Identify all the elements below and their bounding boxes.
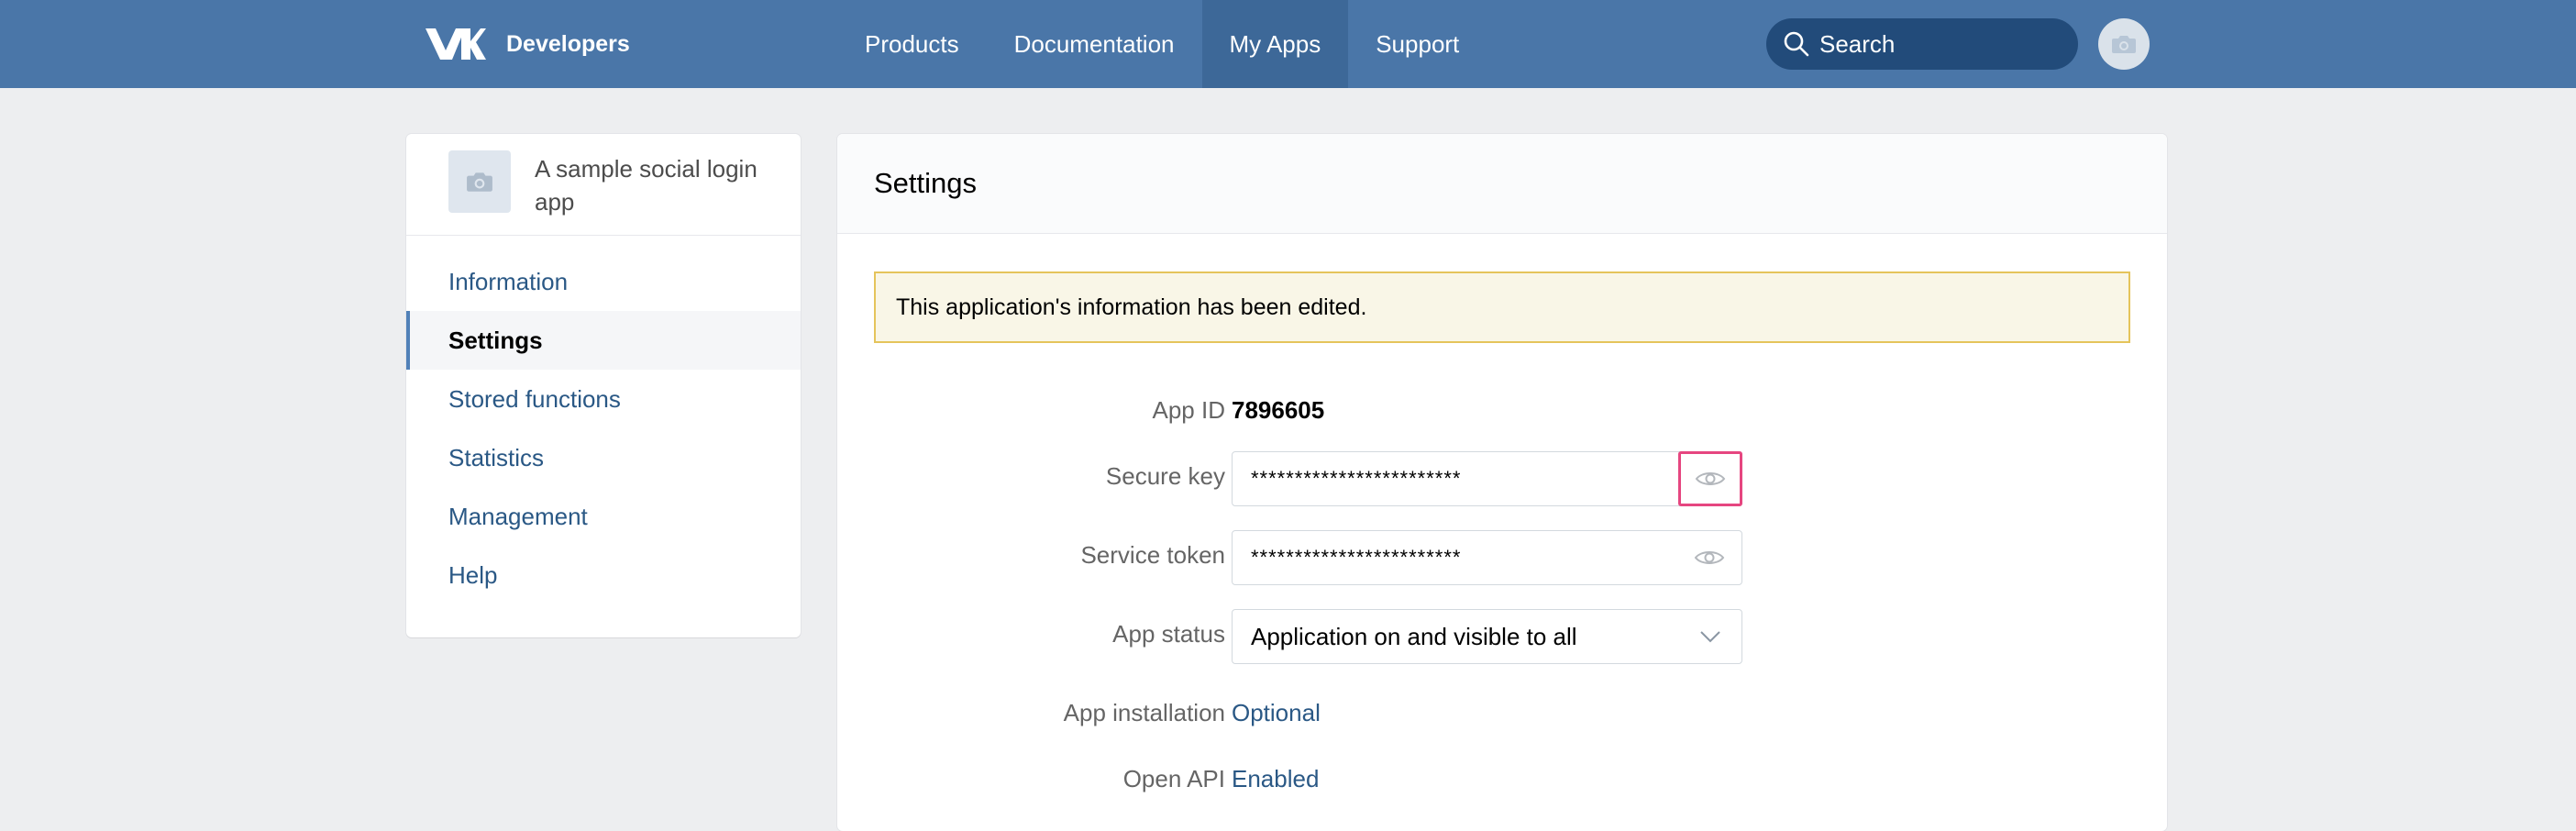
user-avatar[interactable]	[2098, 18, 2150, 70]
service-token-reveal-button[interactable]	[1677, 530, 1741, 585]
app-icon	[448, 150, 511, 213]
app-name: A sample social login app	[535, 155, 757, 216]
main-nav: Products Documentation My Apps Support	[837, 0, 1487, 88]
page-title: Settings	[874, 167, 978, 199]
sidebar-item-information[interactable]: Information	[406, 252, 801, 311]
sidebar-item-stored-functions[interactable]: Stored functions	[406, 370, 801, 428]
nav-products[interactable]: Products	[837, 0, 987, 88]
nav-documentation[interactable]: Documentation	[987, 0, 1202, 88]
app-status-label: App status	[1112, 620, 1225, 648]
secure-key-reveal-button[interactable]	[1678, 451, 1742, 506]
search-placeholder: Search	[1819, 29, 1896, 58]
app-sidebar: A sample social login app Information Se…	[406, 134, 801, 637]
open-api-link[interactable]: Enabled	[1232, 765, 1319, 793]
eye-icon	[1694, 551, 1725, 564]
app-status-value: Application on and visible to all	[1251, 622, 1577, 650]
edit-notice: This application's information has been …	[874, 271, 2130, 343]
app-id-label: App ID	[1152, 396, 1226, 424]
open-api-label: Open API	[1122, 765, 1225, 792]
developers-logo-link[interactable]: Developers	[424, 22, 630, 66]
vk-logo-icon	[426, 28, 486, 60]
service-token-value: ************************	[1251, 546, 1462, 569]
sidebar-menu: Information Settings Stored functions St…	[406, 236, 801, 604]
app-installation-link[interactable]: Optional	[1232, 699, 1321, 727]
sidebar-item-management[interactable]: Management	[406, 487, 801, 546]
secure-key-value: ************************	[1251, 467, 1462, 490]
brand-name: Developers	[506, 30, 630, 57]
app-id-value: 7896605	[1232, 396, 1325, 424]
chevron-down-icon	[1700, 631, 1720, 643]
app-header: A sample social login app	[406, 134, 801, 236]
secure-key-field[interactable]: ************************	[1232, 451, 1742, 506]
eye-icon	[1695, 472, 1726, 485]
app-status-select[interactable]: Application on and visible to all	[1232, 609, 1742, 664]
nav-my-apps[interactable]: My Apps	[1201, 0, 1349, 88]
top-navigation-bar: Developers Products Documentation My App…	[0, 0, 2576, 88]
search-input[interactable]: Search	[1766, 18, 2078, 70]
sidebar-item-statistics[interactable]: Statistics	[406, 428, 801, 487]
service-token-label: Service token	[1080, 541, 1225, 569]
nav-support[interactable]: Support	[1348, 0, 1487, 88]
sidebar-item-help[interactable]: Help	[406, 546, 801, 604]
service-token-field[interactable]: ************************	[1232, 530, 1742, 585]
app-installation-label: App installation	[1063, 699, 1225, 726]
secure-key-label: Secure key	[1105, 462, 1225, 490]
panel-header: Settings	[837, 134, 2167, 234]
sidebar-item-settings[interactable]: Settings	[406, 311, 801, 370]
camera-icon	[2112, 36, 2136, 53]
camera-icon	[467, 172, 492, 192]
search-icon	[1784, 31, 1809, 57]
settings-panel: Settings This application's information …	[837, 134, 2167, 831]
